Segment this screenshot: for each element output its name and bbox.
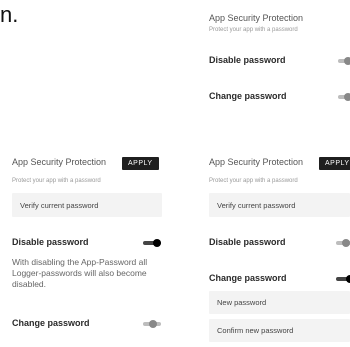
toggle-knob: [149, 320, 157, 328]
prefix-text: n.: [0, 2, 19, 27]
change-password-label: Change password: [12, 318, 90, 328]
toggle-knob: [153, 239, 161, 247]
disable-password-toggle[interactable]: [143, 239, 161, 247]
panel-title: App Security Protection: [209, 157, 304, 167]
apply-button[interactable]: APPLY: [319, 157, 350, 170]
disable-password-toggle[interactable]: [336, 239, 350, 247]
confirm-password-input[interactable]: Confirm new password: [209, 319, 350, 342]
disable-password-toggle[interactable]: [338, 57, 350, 65]
toggle-knob: [344, 57, 350, 65]
panel-title: App Security Protection: [12, 157, 107, 167]
change-password-toggle[interactable]: [338, 93, 350, 101]
left-settings-panel: App Security Protection APPLY Protect yo…: [0, 152, 180, 347]
apply-button[interactable]: APPLY: [122, 157, 159, 170]
toggle-knob: [342, 239, 350, 247]
change-password-label: Change password: [209, 91, 287, 101]
right-settings-panel: App Security Protection APPLY Protect yo…: [207, 152, 350, 347]
disable-password-label: Disable password: [209, 55, 286, 65]
change-password-toggle[interactable]: [336, 275, 350, 283]
disable-password-label: Disable password: [209, 237, 286, 247]
toggle-knob: [346, 275, 350, 283]
verify-password-input[interactable]: Verify current password: [12, 193, 162, 217]
panel-subtitle: Protect your app with a password: [12, 178, 101, 184]
panel-subtitle: Protect your app with a password: [209, 178, 298, 184]
panel-title: App Security Protection: [209, 13, 304, 23]
verify-password-input[interactable]: Verify current password: [209, 193, 350, 217]
new-password-input[interactable]: New password: [209, 291, 350, 314]
panel-subtitle: Protect your app with a password: [209, 27, 298, 33]
disable-password-label: Disable password: [12, 237, 89, 247]
disable-password-description: With disabling the App-Password all Logg…: [12, 257, 148, 289]
change-password-toggle[interactable]: [143, 320, 161, 328]
top-settings-panel: App Security Protection Protect your app…: [207, 10, 350, 110]
toggle-knob: [344, 93, 350, 101]
change-password-label: Change password: [209, 273, 287, 283]
